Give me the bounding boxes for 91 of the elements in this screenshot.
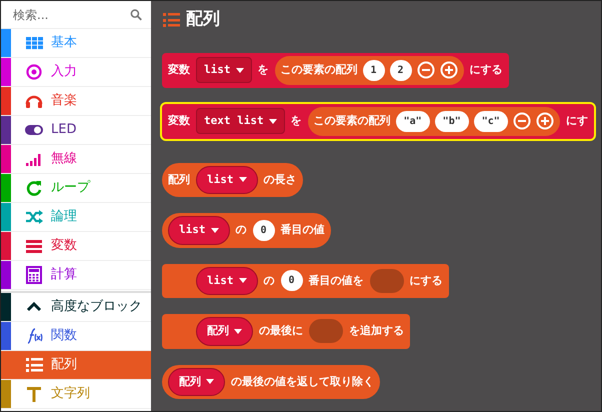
block-label: 番目の値 [280, 222, 325, 238]
text-field[interactable]: "a" [396, 110, 430, 132]
block-label: にする [470, 62, 503, 78]
block-label: を [290, 112, 302, 129]
minus-icon [416, 61, 435, 79]
block-label: の長さ [264, 172, 296, 188]
block-label: この要素の配列 [280, 62, 358, 78]
empty-slot[interactable] [370, 268, 404, 293]
caret-icon [238, 278, 246, 284]
block-label: にす [566, 112, 588, 129]
text-field[interactable]: "c" [474, 110, 508, 132]
category-label: 高度なブロック [51, 298, 142, 316]
block-label: にする [410, 272, 443, 288]
block-label: を追加する [349, 323, 404, 339]
category-item[interactable]: 基本 [1, 29, 151, 58]
array-reporter-block[interactable]: この要素の配列 "a" "b" "c" [308, 106, 560, 136]
block-label: 変数 [168, 62, 190, 78]
variable-reporter[interactable]: list [196, 166, 258, 194]
statement-block[interactable]: 配列 の最後に を追加する [162, 314, 410, 348]
category-item[interactable]: LED [1, 116, 151, 145]
variable-dropdown[interactable]: list [196, 56, 252, 84]
plus-icon [536, 112, 554, 130]
category-label: 基本 [51, 34, 77, 52]
block-label: この要素の配列 [314, 112, 391, 129]
reporter-block[interactable]: 配列 list の長さ [162, 162, 302, 197]
block-label: の [236, 222, 246, 238]
reporter-block[interactable]: 配列 の最後の値を返して取り除く [162, 364, 380, 399]
block-label: の最後の値を返して取り除く [231, 374, 374, 390]
text-field[interactable]: "b" [434, 110, 469, 132]
reporter-block[interactable]: list の 0 番目の値 [162, 213, 331, 248]
statement-block[interactable]: list の 0 番目の値を にする [162, 264, 449, 298]
array-reporter-block[interactable]: この要素の配列 1 2 [274, 56, 464, 84]
category-item[interactable]: 入力 [1, 58, 151, 87]
category-item[interactable]: 配列 [1, 351, 151, 380]
function-icon [25, 327, 43, 345]
caret-icon [210, 228, 218, 233]
variable-reporter[interactable]: 配列 [168, 368, 225, 396]
category-item[interactable]: 無線 [1, 145, 151, 174]
category-label: 変数 [51, 237, 77, 256]
text-icon [25, 385, 43, 403]
caret-icon [236, 68, 244, 72]
category-item[interactable]: 音楽 [1, 87, 151, 116]
numbered-list-icon [162, 10, 180, 29]
number-field[interactable]: 0 [280, 270, 303, 292]
shuffle-icon [25, 208, 43, 226]
block-label: 配列 [168, 172, 190, 188]
number-field[interactable]: 2 [390, 60, 412, 80]
block-label: を [258, 62, 268, 78]
empty-slot[interactable] [309, 319, 343, 344]
workspace-title: 配列 [186, 8, 220, 31]
category-label: LED [51, 121, 76, 140]
category-label: 論理 [51, 208, 77, 226]
numbered-list-icon [25, 356, 43, 374]
category-label: 関数 [51, 327, 77, 346]
plus-icon [440, 61, 458, 79]
category-label: 計算 [51, 266, 77, 284]
category-label: 無線 [51, 150, 77, 168]
category-item[interactable]: 変数 [1, 232, 151, 261]
caret-icon [234, 328, 242, 334]
category-item[interactable]: 文字列 [1, 380, 151, 409]
category-label: 配列 [51, 356, 77, 374]
search-icon [130, 8, 143, 22]
block-label: 変数 [168, 112, 190, 129]
target-icon [25, 63, 43, 81]
category-item[interactable]: 論理 [1, 203, 151, 232]
minus-icon [512, 112, 531, 130]
category-label: 音楽 [51, 92, 77, 110]
number-field[interactable]: 1 [362, 60, 385, 80]
grid-icon [25, 34, 43, 52]
block-label: の [264, 272, 274, 288]
refresh-icon [25, 179, 43, 197]
category-item[interactable]: ループ [1, 174, 151, 203]
caret-icon [268, 118, 277, 124]
variable-reporter[interactable]: list [196, 266, 258, 295]
statement-block[interactable]: 変数 text list を この要素の配列 "a" "b" "c" にす [162, 104, 594, 138]
statement-block[interactable]: 変数 list を この要素の配列 1 2 にする [162, 52, 509, 88]
number-field[interactable]: 0 [252, 220, 275, 241]
variable-dropdown[interactable]: text list [196, 108, 285, 134]
block-label: 番目の値を [308, 272, 364, 288]
bars-icon [25, 237, 43, 255]
category-item[interactable]: 高度なブロック [1, 293, 151, 322]
variable-reporter[interactable]: list [168, 216, 230, 244]
caret-icon [238, 177, 246, 182]
category-label: ループ [51, 179, 90, 198]
calculator-icon [25, 266, 43, 284]
block-label: の最後に [259, 323, 303, 339]
category-label: 文字列 [51, 385, 90, 404]
category-item[interactable]: 計算 [1, 261, 151, 290]
caret-icon [206, 379, 214, 384]
category-label: 入力 [51, 63, 77, 82]
variable-reporter[interactable]: 配列 [196, 317, 253, 346]
